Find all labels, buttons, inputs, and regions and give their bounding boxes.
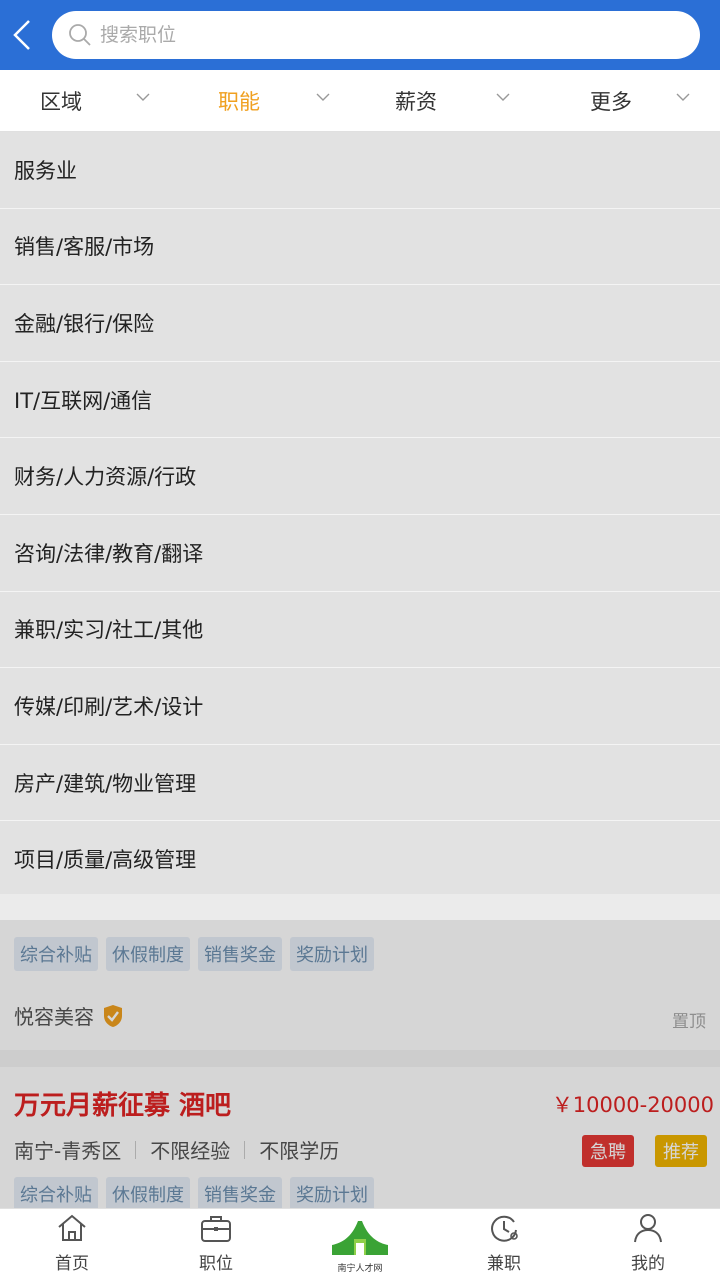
filter-function-label: 职能 <box>218 90 260 114</box>
nav-mine-label: 我的 <box>631 1254 665 1274</box>
dropdown-item[interactable]: 服务业 <box>0 132 720 209</box>
header <box>0 0 720 70</box>
function-dropdown: 服务业 销售/客服/市场 金融/银行/保险 IT/互联网/通信 财务/人力资源/… <box>0 132 720 898</box>
bottom-nav: 首页 职位 南宁人才网 兼职 我的 <box>0 1208 720 1280</box>
chevron-down-icon <box>496 93 510 101</box>
back-button[interactable] <box>0 0 44 70</box>
nav-jobs-label: 职位 <box>199 1254 233 1274</box>
search-bar[interactable] <box>52 11 700 59</box>
home-icon <box>58 1214 86 1241</box>
search-input[interactable] <box>100 24 640 46</box>
filter-more[interactable]: 更多 <box>540 70 720 132</box>
filter-salary-label: 薪资 <box>395 90 437 114</box>
chevron-down-icon <box>316 93 330 101</box>
nav-home[interactable]: 首页 <box>0 1209 144 1280</box>
filter-region[interactable]: 区域 <box>0 70 180 132</box>
filter-region-label: 区域 <box>40 90 82 114</box>
dropdown-bottom-strip <box>0 894 720 920</box>
search-icon <box>68 22 94 48</box>
nav-parttime-label: 兼职 <box>487 1254 521 1274</box>
briefcase-icon <box>201 1216 231 1242</box>
nav-mine[interactable]: 我的 <box>576 1209 720 1280</box>
nav-logo[interactable]: 南宁人才网 <box>288 1209 432 1280</box>
filter-function[interactable]: 职能 <box>180 70 360 132</box>
chevron-down-icon <box>136 93 150 101</box>
dropdown-item[interactable]: 财务/人力资源/行政 <box>0 438 720 515</box>
dropdown-item[interactable]: 兼职/实习/社工/其他 <box>0 592 720 669</box>
nav-jobs[interactable]: 职位 <box>144 1209 288 1280</box>
dropdown-item[interactable]: 咨询/法律/教育/翻译 <box>0 515 720 592</box>
chevron-down-icon <box>676 93 690 101</box>
filter-salary[interactable]: 薪资 <box>360 70 540 132</box>
dropdown-item[interactable]: 房产/建筑/物业管理 <box>0 745 720 822</box>
dropdown-item[interactable]: IT/互联网/通信 <box>0 362 720 439</box>
dropdown-item[interactable]: 销售/客服/市场 <box>0 209 720 286</box>
logo-text: 南宁人才网 <box>337 1264 383 1274</box>
nav-home-label: 首页 <box>55 1254 89 1274</box>
nav-parttime[interactable]: 兼职 <box>432 1209 576 1280</box>
clock-icon <box>491 1215 518 1242</box>
dropdown-item[interactable]: 传媒/印刷/艺术/设计 <box>0 668 720 745</box>
logo-icon <box>332 1221 388 1255</box>
chevron-left-icon <box>13 20 30 50</box>
user-icon <box>634 1214 662 1243</box>
filter-more-label: 更多 <box>590 90 632 114</box>
filter-bar: 区域 职能 薪资 更多 <box>0 70 720 132</box>
dropdown-item[interactable]: 项目/质量/高级管理 <box>0 821 720 898</box>
dropdown-item[interactable]: 金融/银行/保险 <box>0 285 720 362</box>
